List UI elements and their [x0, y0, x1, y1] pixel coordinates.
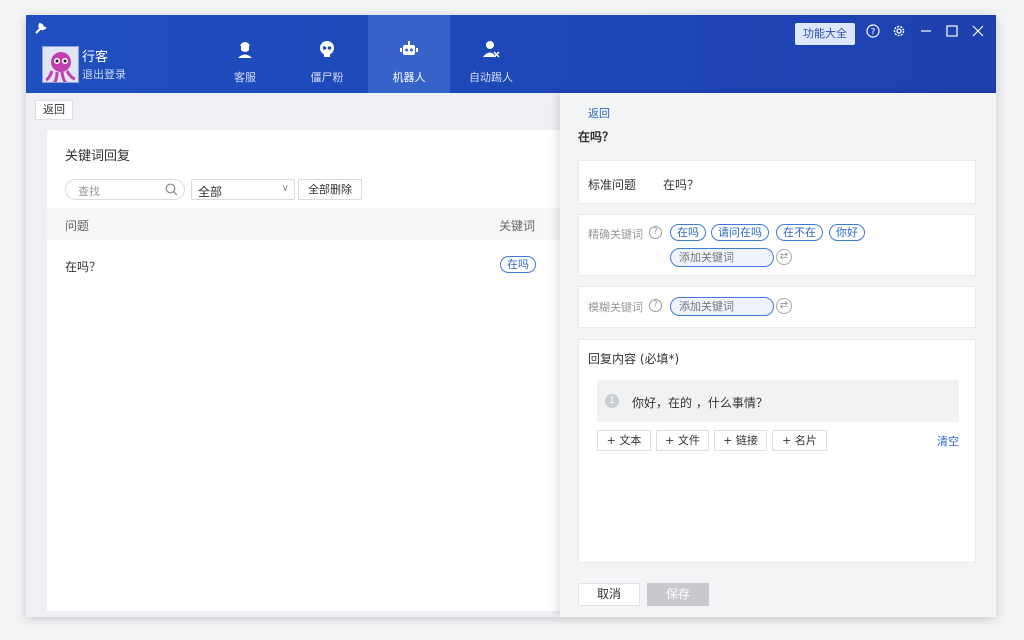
reply-content-card: 回复内容 (必填*) 1 你好，在的 ，什么事情？ + 文本 + 文件 + 链接… [578, 339, 976, 563]
add-link-button[interactable]: + 链接 [714, 430, 767, 451]
avatar[interactable] [42, 46, 79, 83]
app-window: 行客 退出登录 客服 僵尸粉 机器人 自动踢人 功能大全 ? 返回 关键词回复 … [26, 15, 996, 617]
svg-text:?: ? [871, 28, 876, 38]
minimize-icon[interactable] [918, 24, 934, 40]
exact-keywords-card: 精确关键词 ? 在吗 请问在吗 在不在 你好 添加关键词 ⇄ [578, 214, 976, 276]
reply-index-badge: 1 [605, 394, 619, 408]
tab-robot[interactable]: 机器人 [368, 15, 450, 93]
filter-select[interactable]: 全部 ∨ [191, 179, 295, 200]
filter-value: 全部 [198, 185, 223, 199]
user-name: 行客 [82, 50, 109, 65]
swap-icon[interactable]: ⇄ [776, 249, 792, 265]
tab-zombie-fans[interactable]: 僵尸粉 [286, 15, 368, 93]
swap-icon[interactable]: ⇄ [776, 298, 792, 314]
search-input[interactable]: 查找 [65, 179, 185, 200]
add-card-button[interactable]: + 名片 [772, 430, 827, 451]
standard-question-card: 标准问题 在吗？ [578, 160, 976, 204]
add-fuzzy-keyword-input[interactable]: 添加关键词 [670, 297, 774, 316]
content-area: 返回 关键词回复 查找 全部 ∨ 全部删除 问题 关键词 在吗？ 在吗 返回 在… [26, 93, 996, 617]
logout-link[interactable]: 退出登录 [82, 66, 126, 82]
settings-gear-icon[interactable] [891, 24, 907, 40]
keyword-tag[interactable]: 在不在 [776, 224, 823, 241]
close-icon[interactable] [970, 24, 986, 40]
row-keyword-tag: 在吗 [500, 256, 536, 273]
detail-back-link[interactable]: 返回 [588, 105, 610, 121]
add-exact-keyword-input[interactable]: 添加关键词 [670, 248, 774, 267]
title-bar: 行客 退出登录 客服 僵尸粉 机器人 自动踢人 功能大全 ? [26, 15, 996, 93]
skull-icon [320, 41, 334, 57]
clear-link[interactable]: 清空 [937, 433, 959, 449]
detail-title: 在吗？ [578, 130, 615, 144]
cancel-button[interactable]: 取消 [578, 583, 640, 606]
fuzzy-keywords-help-icon[interactable]: ? [649, 299, 662, 312]
reply-text[interactable]: 你好，在的 ，什么事情？ [632, 394, 768, 411]
fuzzy-keywords-card: 模糊关键词 ? 添加关键词 ⇄ [578, 286, 976, 328]
add-text-button[interactable]: + 文本 [597, 430, 651, 451]
maximize-icon[interactable] [944, 24, 960, 40]
tab-support-label: 客服 [234, 71, 256, 84]
detail-panel: 返回 在吗？ 标准问题 在吗？ 精确关键词 ? 在吗 请问在吗 在不在 你好 添… [560, 93, 996, 617]
table-row[interactable]: 在吗？ 在吗 [47, 246, 567, 282]
column-question: 问题 [65, 219, 90, 233]
feature-center-button[interactable]: 功能大全 [795, 23, 855, 45]
save-button[interactable]: 保存 [647, 583, 709, 606]
keyword-tag[interactable]: 在吗 [670, 224, 706, 241]
reply-content-label: 回复内容 (必填*) [588, 352, 680, 366]
tab-auto-kick[interactable]: 自动踢人 [450, 15, 532, 93]
exact-keywords-help-icon[interactable]: ? [649, 226, 662, 239]
tab-auto-kick-label: 自动踢人 [469, 71, 513, 84]
help-icon[interactable]: ? [865, 24, 881, 40]
wrench-icon [35, 22, 47, 34]
search-icon [165, 183, 178, 196]
chevron-down-icon: ∨ [281, 183, 289, 194]
delete-all-button[interactable]: 全部删除 [298, 179, 362, 200]
add-file-button[interactable]: + 文件 [656, 430, 709, 451]
tab-support[interactable]: 客服 [204, 15, 286, 93]
exact-keywords-label: 精确关键词 [588, 228, 643, 241]
standard-question-label: 标准问题 [588, 178, 637, 192]
keyword-list-panel: 关键词回复 查找 全部 ∨ 全部删除 问题 关键词 在吗？ 在吗 [47, 130, 567, 611]
search-placeholder: 查找 [78, 185, 100, 198]
table-header: 问题 关键词 [47, 208, 567, 240]
kick-user-icon [483, 41, 500, 58]
panel-title: 关键词回复 [65, 149, 131, 164]
octopus-avatar-icon [43, 47, 78, 82]
reply-item[interactable]: 1 你好，在的 ，什么事情？ [597, 380, 959, 422]
tab-robot-label: 机器人 [392, 71, 426, 84]
row-question: 在吗？ [65, 260, 102, 274]
robot-icon [400, 41, 418, 55]
keyword-tag[interactable]: 请问在吗 [711, 224, 769, 241]
standard-question-value[interactable]: 在吗？ [663, 176, 699, 193]
column-keyword: 关键词 [499, 219, 536, 233]
back-button[interactable]: 返回 [35, 100, 73, 120]
support-agent-icon [238, 42, 252, 58]
tab-zombie-fans-label: 僵尸粉 [310, 71, 344, 84]
keyword-tag[interactable]: 你好 [829, 224, 865, 241]
fuzzy-keywords-label: 模糊关键词 [588, 301, 643, 314]
